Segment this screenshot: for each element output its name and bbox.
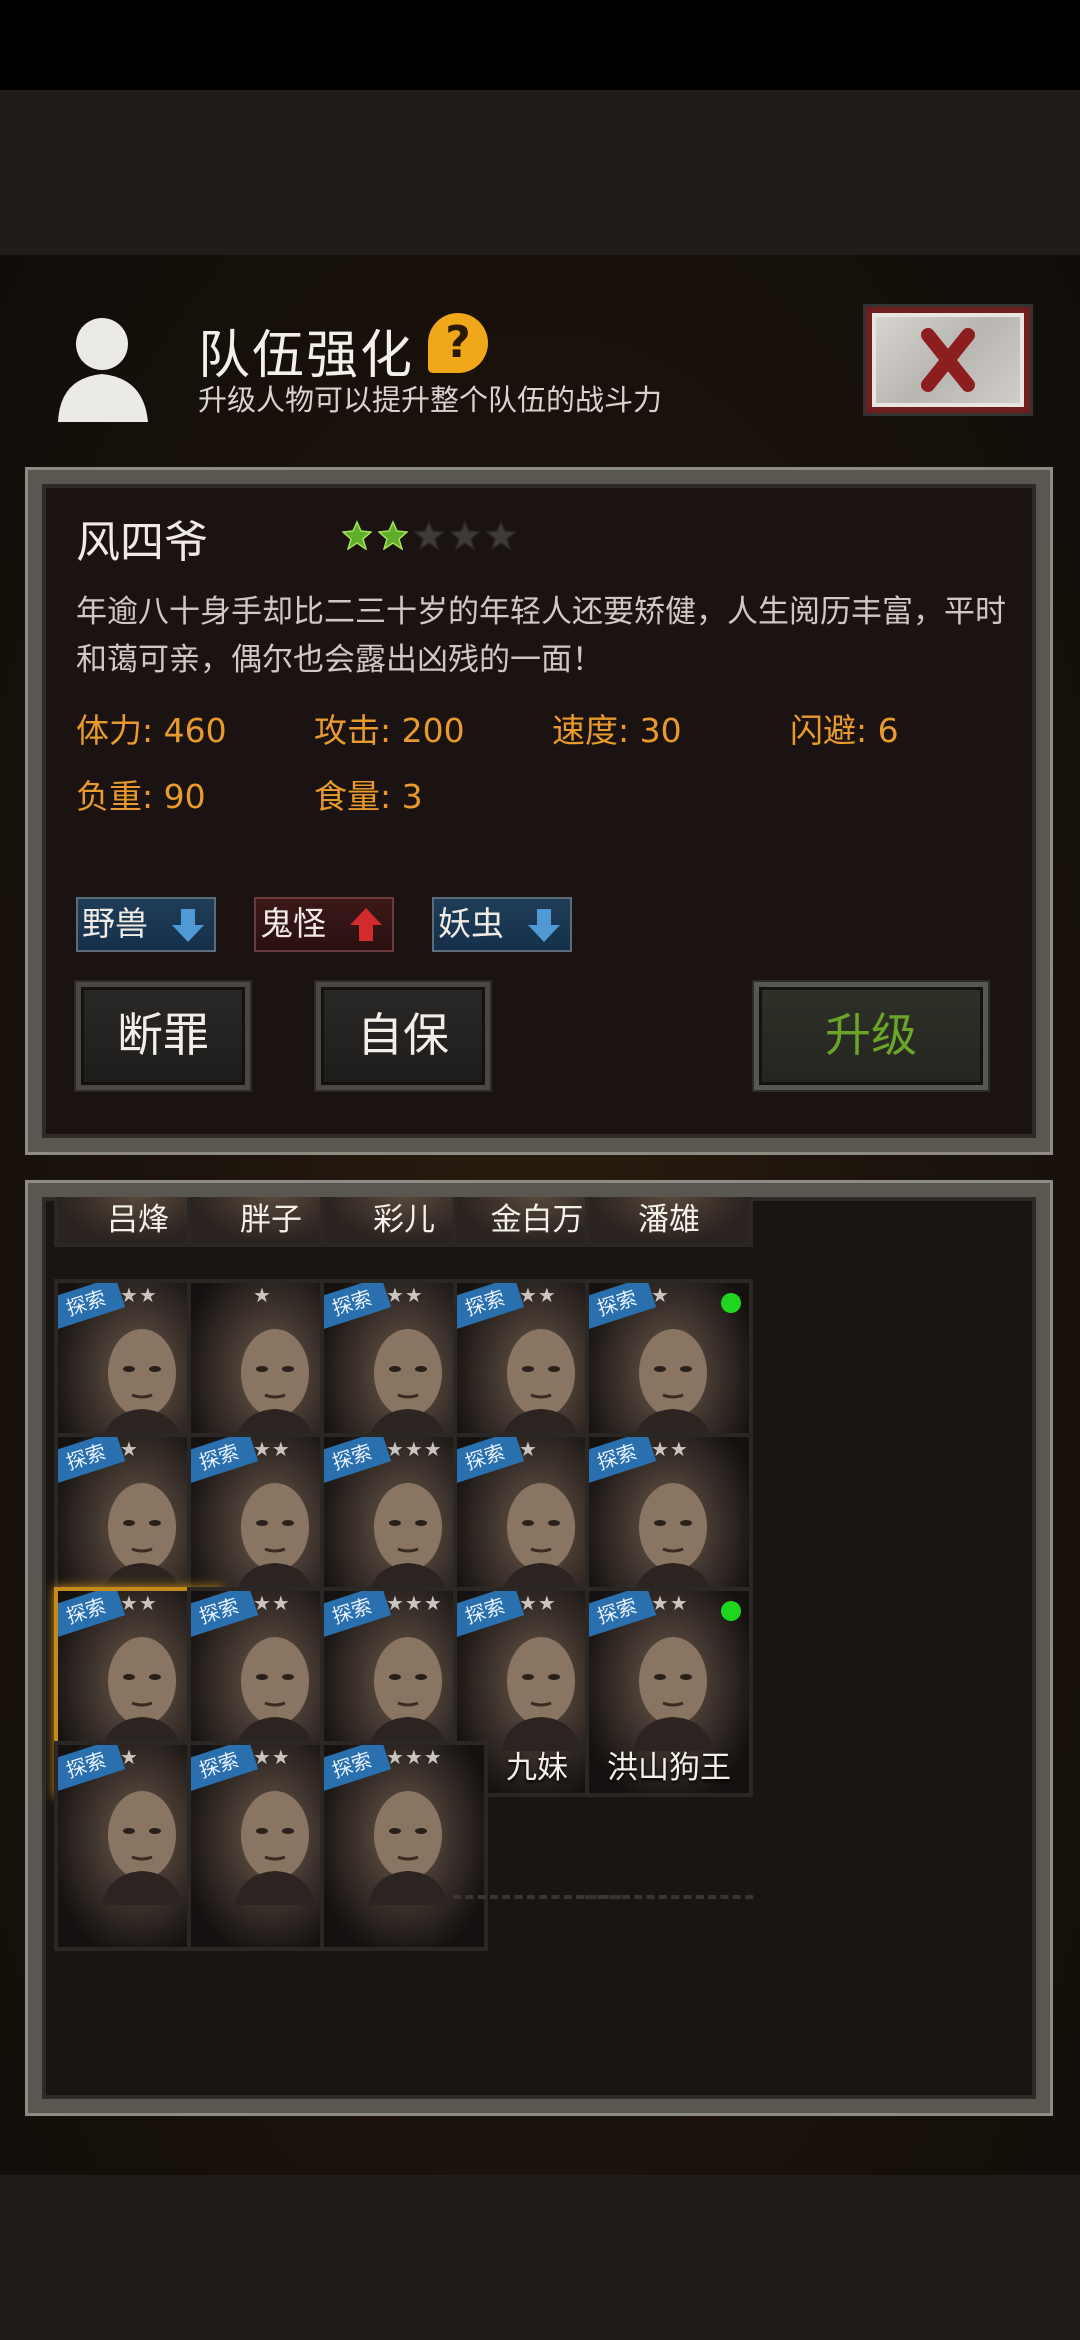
character-card-stars: ★★★ [386, 1591, 443, 1615]
skill-judgement-button[interactable]: 断罪 [76, 982, 250, 1090]
explore-badge: 探索 [191, 1437, 259, 1484]
explore-badge: 探索 [58, 1745, 126, 1792]
character-portrait [102, 1791, 182, 1905]
character-card-stars: ★★ [253, 1591, 291, 1615]
character-card-stars: ★★ [519, 1591, 557, 1615]
character-portrait [235, 1483, 315, 1597]
character-card-stars: ★★ [519, 1283, 557, 1307]
explore-badge: 探索 [457, 1283, 525, 1330]
character-card-stars: ★ [651, 1283, 670, 1307]
character-card-name: 洪山狗王 [607, 1750, 731, 1786]
character-portrait [368, 1637, 448, 1751]
character-card-stars: ★ [253, 1283, 272, 1307]
team-upgrade-screen: 队伍强化 ? 升级人物可以提升整个队伍的战斗力 风四爷 年逾八十身手却比二三十岁… [0, 255, 1080, 2175]
character-portrait [501, 1483, 581, 1597]
explore-badge: 探索 [324, 1745, 392, 1792]
stat-speed: 速度: 30 [552, 711, 682, 750]
help-icon[interactable]: ? [428, 313, 488, 373]
character-card-stars: ★★★ [386, 1437, 443, 1461]
character-portrait [368, 1483, 448, 1597]
navigation-bar [0, 2175, 1080, 2340]
arrow-up-icon [350, 908, 382, 941]
star-empty-icon [414, 520, 444, 550]
character-portrait [368, 1329, 448, 1443]
tag-ghost: 鬼怪 [254, 897, 394, 952]
character-silhouette-icon [58, 318, 148, 422]
character-portrait [235, 1791, 315, 1905]
character-card-stars: ★★ [253, 1745, 291, 1769]
close-icon [921, 328, 975, 392]
explore-badge: 探索 [457, 1437, 525, 1484]
character-card-stars: ★★ [651, 1591, 689, 1615]
character-detail-panel: 风四爷 年逾八十身手却比二三十岁的年轻人还要矫健，人生阅历丰富，平时和蔼可亲，偶… [28, 470, 1050, 1152]
character-card-stars: ★★ [386, 1283, 424, 1307]
explore-badge: 探索 [191, 1591, 259, 1638]
explore-badge: 探索 [191, 1745, 259, 1792]
explore-badge: 探索 [324, 1591, 392, 1638]
character-roster[interactable]: 吕烽胖子彩儿金白万潘雄探索★★龙★工匠李探索★★香草探索★★程半仙探索★冯大海探… [28, 1183, 1050, 2113]
status-bar [0, 0, 1080, 90]
character-card[interactable]: 探索 ★★ 洪山狗王 [585, 1587, 753, 1797]
character-portrait [501, 1329, 581, 1443]
explore-badge: 探索 [324, 1437, 392, 1484]
character-name: 风四爷 [76, 517, 208, 568]
character-portrait [102, 1637, 182, 1751]
explore-badge: 探索 [58, 1283, 126, 1330]
star-empty-icon [486, 520, 516, 550]
character-card-stars: ★★ [120, 1283, 158, 1307]
character-portrait [501, 1637, 581, 1751]
stat-hp: 体力: 460 [76, 711, 227, 750]
character-card-stars: ★★ [651, 1437, 689, 1461]
character-portrait [102, 1329, 182, 1443]
skill-selfguard-button[interactable]: 自保 [316, 982, 490, 1090]
explore-badge: 探索 [589, 1437, 657, 1484]
star-empty-icon [450, 520, 480, 550]
character-card-stars: ★★ [253, 1437, 291, 1461]
explore-badge: 探索 [324, 1283, 392, 1330]
character-portrait [235, 1637, 315, 1751]
character-portrait [633, 1483, 713, 1597]
tag-beast: 野兽 [76, 897, 216, 952]
tag-insect: 妖虫 [432, 897, 572, 952]
star-filled-icon [378, 520, 408, 550]
character-portrait [633, 1637, 713, 1751]
character-card-stars: ★★★ [386, 1745, 443, 1769]
character-card-stars: ★ [519, 1437, 538, 1461]
character-card-stars: ★ [120, 1437, 139, 1461]
stat-food: 食量: 3 [314, 777, 423, 816]
explore-badge: 探索 [58, 1591, 126, 1638]
status-dot-icon [721, 1293, 741, 1313]
star-rating [342, 520, 516, 550]
stat-attack: 攻击: 200 [314, 711, 465, 750]
character-card-stars: ★★ [120, 1591, 158, 1615]
character-portrait [633, 1329, 713, 1443]
stat-load: 负重: 90 [76, 777, 206, 816]
star-filled-icon [342, 520, 372, 550]
character-portrait [235, 1329, 315, 1443]
arrow-down-icon [172, 909, 204, 942]
explore-badge: 探索 [589, 1591, 657, 1638]
page-subtitle: 升级人物可以提升整个队伍的战斗力 [198, 383, 663, 417]
explore-badge: 探索 [58, 1437, 126, 1484]
empty-slot [585, 1895, 753, 1935]
character-portrait [368, 1791, 448, 1905]
arrow-down-icon [528, 909, 560, 942]
character-card-name: 潘雄 [638, 1202, 700, 1238]
close-button[interactable] [866, 307, 1030, 413]
status-dot-icon [721, 1601, 741, 1621]
upgrade-button[interactable]: 升级 [754, 982, 988, 1090]
character-card-stars: ★ [120, 1745, 139, 1769]
stat-dodge: 闪避: 6 [790, 711, 899, 750]
character-description: 年逾八十身手却比二三十岁的年轻人还要矫健，人生阅历丰富，平时和蔼可亲，偶尔也会露… [76, 594, 1006, 678]
character-card[interactable]: 潘雄 [585, 1197, 753, 1247]
character-portrait [102, 1483, 182, 1597]
explore-badge: 探索 [457, 1591, 525, 1638]
explore-badge: 探索 [589, 1283, 657, 1330]
